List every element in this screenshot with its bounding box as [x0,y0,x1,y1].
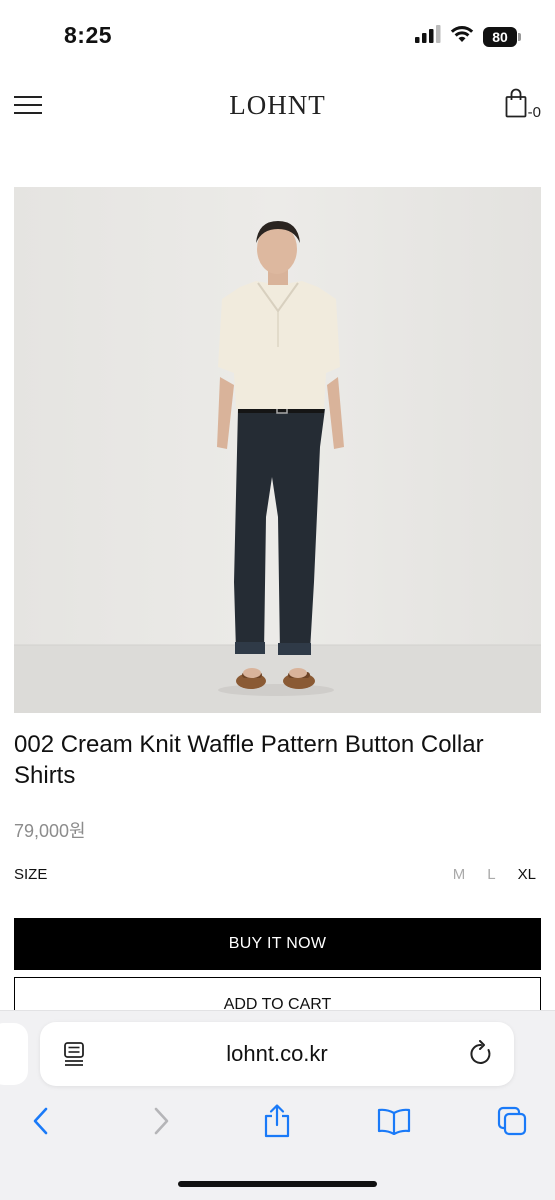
shopping-bag-icon [505,88,527,123]
size-label: SIZE [14,866,48,883]
product-title: 002 Cream Knit Waffle Pattern Button Col… [14,731,484,789]
status-time: 8:25 [64,22,113,48]
forward-icon[interactable] [139,1099,183,1143]
cart-button[interactable]: -0 [505,88,541,123]
home-indicator [178,1181,377,1187]
product-image[interactable] [14,187,541,713]
battery-icon: 80 [483,26,521,47]
size-option-xl[interactable]: XL [518,866,536,883]
status-bar: 8:25 80 [0,0,555,70]
buy-now-button[interactable]: BUY IT NOW [14,918,541,970]
size-options: M L XL [453,866,536,883]
wifi-icon [450,25,474,48]
site-header: LOHNT -0 [0,70,555,140]
status-icons: 80 [415,25,521,48]
share-icon[interactable] [255,1099,299,1143]
address-bar[interactable]: lohnt.co.kr [40,1022,514,1086]
tabs-icon[interactable] [490,1099,534,1143]
cart-count: -0 [527,104,541,121]
bookmarks-icon[interactable] [372,1099,416,1143]
size-option-m[interactable]: M [453,866,466,883]
address-url: lohnt.co.kr [226,1041,328,1066]
back-icon[interactable] [19,1099,63,1143]
product-price: 79,000원 [14,821,86,841]
browser-toolbar: lohnt.co.kr [0,1010,555,1200]
reload-icon[interactable] [468,1040,494,1073]
size-option-l[interactable]: L [487,866,495,883]
brand-logo[interactable]: LOHNT [0,90,555,121]
cellular-signal-icon [415,25,441,48]
previous-tab-preview[interactable] [0,1023,28,1085]
safari-nav-toolbar [0,1099,555,1143]
